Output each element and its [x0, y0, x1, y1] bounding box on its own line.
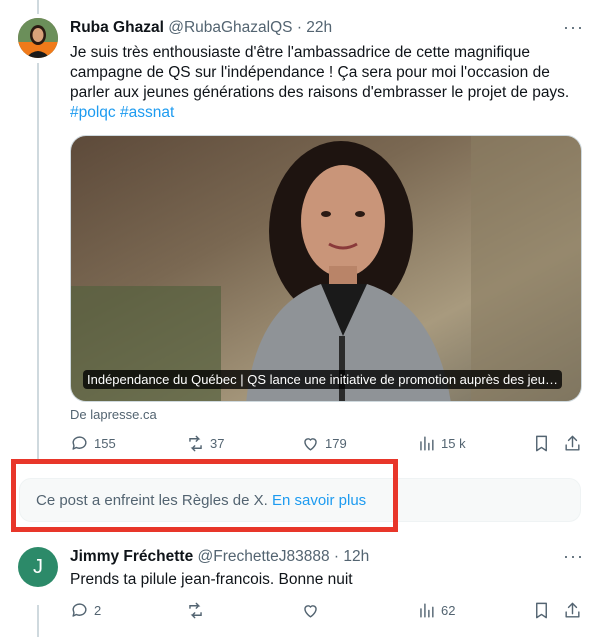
- reply-icon: [72, 603, 87, 617]
- reply-count: 155: [94, 436, 116, 451]
- views-button[interactable]: 15 k: [417, 434, 466, 453]
- tweet1-text: Je suis très enthousiaste d'être l'ambas…: [70, 43, 580, 123]
- avatar-portrait: [18, 18, 58, 58]
- tweet1-actions: 155 37 179 15 k: [70, 434, 582, 458]
- card-caption: Indépendance du Québec | QS lance une in…: [83, 370, 562, 389]
- card-image: [71, 136, 581, 401]
- heart-icon: [304, 438, 317, 451]
- views-button[interactable]: 62: [417, 601, 455, 620]
- heart-icon: [304, 605, 317, 618]
- bookmark-button[interactable]: [532, 601, 551, 620]
- like-button[interactable]: [301, 601, 325, 620]
- share-icon: [565, 435, 580, 451]
- thread-line-middle: [37, 63, 39, 463]
- repost-button[interactable]: [186, 601, 210, 620]
- author-name[interactable]: Ruba Ghazal: [70, 19, 164, 36]
- reply-icon: [72, 436, 87, 450]
- reply-button[interactable]: 2: [70, 601, 101, 620]
- thread-line-top: [37, 0, 39, 14]
- author-handle[interactable]: @RubaGhazalQS: [168, 19, 292, 36]
- bookmark-button[interactable]: [532, 434, 551, 453]
- tweet1-header: Ruba Ghazal @RubaGhazalQS · 22h: [70, 19, 332, 37]
- card-source[interactable]: De lapresse.ca: [70, 407, 157, 422]
- bookmark-icon: [536, 602, 547, 619]
- repost-icon: [189, 435, 202, 452]
- repost-button[interactable]: 37: [186, 434, 224, 453]
- avatar-jimmy-frechette[interactable]: J: [18, 547, 58, 587]
- share-button[interactable]: [563, 434, 582, 453]
- bookmark-icon: [536, 435, 547, 452]
- more-options-button[interactable]: ···: [563, 17, 584, 38]
- author-handle[interactable]: @FrechetteJ83888: [198, 548, 330, 565]
- more-options-button[interactable]: ···: [563, 546, 584, 567]
- views-count: 62: [441, 603, 456, 618]
- dot-separator: ·: [296, 19, 302, 36]
- hashtag-assnat[interactable]: #assnat: [120, 104, 174, 121]
- avatar-ruba-ghazal[interactable]: [18, 18, 58, 58]
- repost-icon: [189, 602, 202, 619]
- post-time[interactable]: 12h: [343, 548, 369, 565]
- tweet2-text: Prends ta pilule jean-francois. Bonne nu…: [70, 571, 353, 588]
- reply-count: 2: [94, 603, 102, 618]
- thread-line-bottom: [37, 605, 39, 637]
- views-icon: [420, 603, 434, 618]
- like-button[interactable]: 179: [301, 434, 347, 453]
- red-highlight-box: [11, 459, 398, 532]
- views-icon: [420, 436, 434, 451]
- hashtag-polqc[interactable]: #polqc: [70, 104, 116, 121]
- post-time[interactable]: 22h: [306, 19, 332, 36]
- tweet2-header: Jimmy Fréchette @FrechetteJ83888 · 12h: [70, 548, 369, 566]
- link-card[interactable]: Indépendance du Québec | QS lance une in…: [70, 135, 582, 402]
- like-count: 179: [325, 436, 347, 451]
- avatar-initial: J: [33, 555, 43, 578]
- tweet1-body: Je suis très enthousiaste d'être l'ambas…: [70, 44, 570, 101]
- tweet2-actions: 2 62: [70, 601, 582, 625]
- reply-button[interactable]: 155: [70, 434, 116, 453]
- share-icon: [565, 602, 580, 618]
- views-count: 15 k: [441, 436, 466, 451]
- share-button[interactable]: [563, 601, 582, 620]
- author-name[interactable]: Jimmy Fréchette: [70, 548, 193, 565]
- repost-count: 37: [210, 436, 225, 451]
- dot-separator: ·: [333, 548, 340, 565]
